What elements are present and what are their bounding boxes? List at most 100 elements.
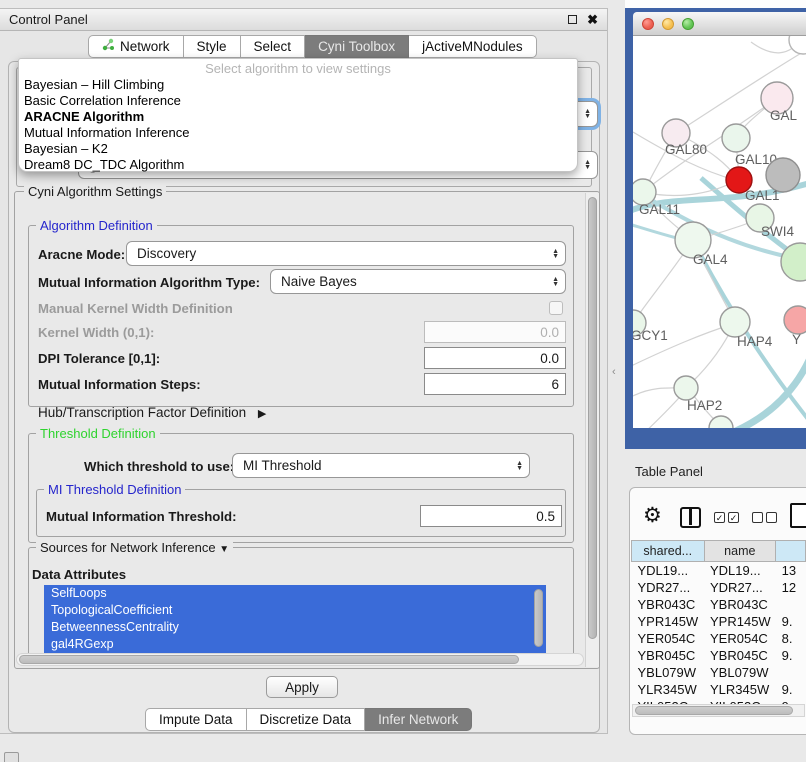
tab-select[interactable]: Select <box>241 35 306 58</box>
tab-label: Discretize Data <box>260 712 352 728</box>
settings-horizontal-scrollbar[interactable] <box>16 653 584 666</box>
table-row[interactable]: YBR045CYBR045C9. <box>632 647 806 664</box>
tab-jactivemnodules[interactable]: jActiveMNodules <box>409 35 537 58</box>
list-scrollbar-thumb[interactable] <box>534 589 543 647</box>
which-threshold-combo[interactable]: MI Threshold ▲▼ <box>232 453 530 478</box>
table-cell: YDR27... <box>704 579 776 596</box>
table-panel-title: Table Panel <box>635 464 703 479</box>
settings-vertical-scrollbar-thumb[interactable] <box>588 197 597 639</box>
gear-icon[interactable]: ⚙ <box>643 505 662 526</box>
minimize-traffic-light-icon[interactable] <box>662 18 674 30</box>
table-row[interactable]: YDR27...YDR27...12 <box>632 579 806 596</box>
hide-columns-icon[interactable] <box>752 512 777 523</box>
kernel-width-field[interactable]: 0.0 <box>424 321 566 343</box>
mi-type-combo[interactable]: Naive Bayes ▲▼ <box>270 269 566 294</box>
table-row[interactable]: YBR043CYBR043C <box>632 596 806 613</box>
popup-placeholder: Select algorithm to view settings <box>19 61 577 77</box>
network-edge <box>643 98 777 192</box>
column-header-shared[interactable]: shared... <box>632 541 705 562</box>
mi-steps-field[interactable]: 6 <box>424 373 566 395</box>
attribute-item-topologicalcoefficient[interactable]: TopologicalCoefficient <box>44 602 546 619</box>
combo-stepper-icon: ▲▼ <box>584 160 591 170</box>
algorithm-option-dream8-dc-tdc-algorithm[interactable]: Dream8 DC_TDC Algorithm <box>19 157 577 173</box>
column-header-name[interactable]: name <box>704 541 776 562</box>
tab-label: jActiveMNodules <box>422 39 523 55</box>
close-icon[interactable]: ✖ <box>587 13 598 26</box>
manual-kernel-checkbox[interactable] <box>549 301 563 315</box>
settings-horizontal-scrollbar-thumb[interactable] <box>19 655 519 664</box>
minimized-panel-icon[interactable] <box>4 752 19 762</box>
table-cell: YER054C <box>632 630 705 647</box>
table-cell: YBR043C <box>704 596 776 613</box>
tab-impute-data[interactable]: Impute Data <box>145 708 247 731</box>
tab-style[interactable]: Style <box>184 35 241 58</box>
column-header-2[interactable] <box>776 541 806 562</box>
control-panel-title: Control Panel <box>9 12 88 27</box>
column-layout-icon[interactable] <box>680 507 701 528</box>
zoom-traffic-light-icon[interactable] <box>682 18 694 30</box>
sources-title[interactable]: Sources for Network Inference ▼ <box>36 540 233 555</box>
table-cell: YDR27... <box>632 579 705 596</box>
close-traffic-light-icon[interactable] <box>642 18 654 30</box>
mi-steps-label: Mutual Information Steps: <box>38 377 201 392</box>
algorithm-dropdown-popup: Select algorithm to view settings Bayesi… <box>18 58 578 172</box>
network-icon <box>102 38 115 55</box>
tab-discretize-data[interactable]: Discretize Data <box>247 708 366 731</box>
attribute-item-gal4rgexp[interactable]: gal4RGexp <box>44 636 546 653</box>
algorithm-option-basic-correlation-inference[interactable]: Basic Correlation Inference <box>19 93 577 109</box>
table-row[interactable]: YLR345WYLR345W9. <box>632 681 806 698</box>
table-row[interactable]: YER054CYER054C8. <box>632 630 806 647</box>
table-row[interactable]: YDL19...YDL19...13 <box>632 562 806 579</box>
combo-stepper-icon: ▲▼ <box>516 461 523 471</box>
tab-cyni-toolbox[interactable]: Cyni Toolbox <box>305 35 409 58</box>
table-cell: 9. <box>776 681 806 698</box>
table-horizontal-scrollbar-thumb[interactable] <box>635 706 793 715</box>
split-pane-collapse-icon[interactable]: ‹ <box>612 366 616 378</box>
table-cell: YPR145W <box>704 613 776 630</box>
apply-button[interactable]: Apply <box>266 676 338 698</box>
tab-network[interactable]: Network <box>88 35 184 58</box>
attribute-item-selfloops[interactable]: SelfLoops <box>44 585 546 602</box>
network-node-hap4[interactable] <box>720 307 750 337</box>
network-node[interactable] <box>766 158 800 192</box>
network-node[interactable] <box>789 36 806 54</box>
settings-vertical-scrollbar[interactable] <box>585 193 599 667</box>
node-label-swi4: SWI4 <box>761 224 794 239</box>
table-cell: YLR345W <box>704 681 776 698</box>
tab-label: Infer Network <box>378 712 458 728</box>
algorithm-definition-title: Algorithm Definition <box>36 218 157 233</box>
aracne-mode-value: Discovery <box>137 246 196 261</box>
node-label-gcy1: GCY1 <box>633 328 668 343</box>
attribute-item-betweennesscentrality[interactable]: BetweennessCentrality <box>44 619 546 636</box>
tab-label: Select <box>254 39 292 55</box>
show-columns-icon[interactable]: ✓ ✓ <box>714 512 739 523</box>
network-node-hap2[interactable] <box>674 376 698 400</box>
node-label-gal4: GAL4 <box>693 252 728 267</box>
algorithm-option-bayesian-hill-climbing[interactable]: Bayesian – Hill Climbing <box>19 77 577 93</box>
dpi-tolerance-field[interactable]: 0.0 <box>424 347 566 369</box>
unchecked-box-icon <box>752 512 763 523</box>
tab-infer-network[interactable]: Infer Network <box>365 708 472 731</box>
network-window-titlebar[interactable] <box>633 12 806 36</box>
table-cell: YBR043C <box>632 596 705 613</box>
data-attributes-list: SelfLoopsTopologicalCoefficientBetweenne… <box>44 585 546 653</box>
mi-threshold-field[interactable]: 0.5 <box>420 505 562 527</box>
which-threshold-value: MI Threshold <box>243 458 322 473</box>
aracne-mode-label: Aracne Mode: <box>38 247 125 262</box>
control-panel-titlebar[interactable]: Control Panel ✖ <box>0 9 607 31</box>
algorithm-option-mutual-information-inference[interactable]: Mutual Information Inference <box>19 125 577 141</box>
table-row[interactable]: YPR145WYPR145W9. <box>632 613 806 630</box>
algorithm-option-bayesian-k2[interactable]: Bayesian – K2 <box>19 141 577 157</box>
document-icon[interactable] <box>790 503 806 528</box>
hub-definition-expander[interactable]: Hub/Transcription Factor Definition ▶ <box>38 405 266 420</box>
network-canvas[interactable]: GALGAL80GAL10GAL1GAL11SWI4GAL4GCY1HAP4YH… <box>633 36 806 428</box>
table-row[interactable]: YBL079WYBL079W <box>632 664 806 681</box>
node-label-hap2: HAP2 <box>687 398 722 413</box>
network-node-gal10[interactable] <box>722 124 750 152</box>
float-window-icon[interactable] <box>568 15 577 24</box>
table-horizontal-scrollbar[interactable] <box>632 704 805 717</box>
network-node-y[interactable] <box>784 306 806 334</box>
dpi-tolerance-label: DPI Tolerance [0,1]: <box>38 351 160 366</box>
algorithm-option-aracne-algorithm[interactable]: ARACNE Algorithm <box>19 109 577 125</box>
aracne-mode-combo[interactable]: Discovery ▲▼ <box>126 241 566 266</box>
